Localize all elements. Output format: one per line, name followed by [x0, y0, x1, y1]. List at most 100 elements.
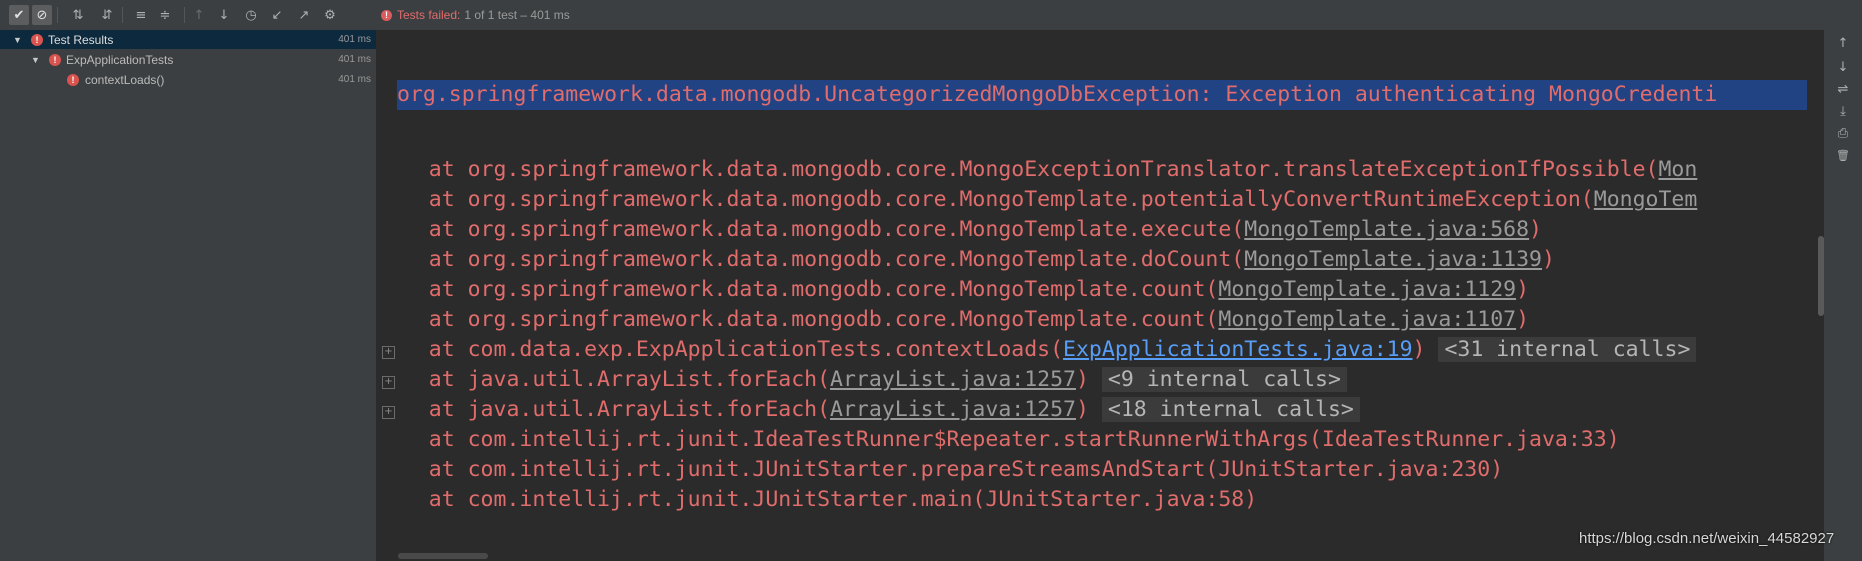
previous-failed-test-button[interactable]: ↑	[189, 5, 209, 25]
source-link[interactable]: ArrayList.java:1257	[830, 367, 1076, 392]
stack-frame[interactable]: at com.data.exp.ExpApplicationTests.cont…	[377, 335, 1697, 365]
export-tests-icon: ↗	[298, 7, 310, 23]
tree-item-duration: 401 ms	[338, 74, 371, 85]
frame-text: at com.intellij.rt.junit.IdeaTestRunner$…	[377, 427, 1620, 452]
frame-tail: )	[1412, 337, 1426, 362]
source-link[interactable]: MongoTem	[1594, 187, 1698, 212]
import-tests-icon: ↙	[271, 7, 283, 23]
frame-tail: )	[1076, 367, 1089, 392]
expand-arrow-icon[interactable]: ▼	[31, 55, 40, 65]
scroll-up-icon[interactable]: ↑	[1835, 36, 1851, 52]
scroll-down-icon[interactable]: ↓	[1835, 60, 1851, 76]
settings-icon: ⚙	[324, 7, 336, 23]
previous-failed-icon: ↑	[193, 7, 205, 23]
horizontal-scrollbar[interactable]	[398, 553, 488, 559]
source-link[interactable]: MongoTemplate.java:1129	[1218, 277, 1516, 302]
export-tests-button[interactable]: ↗	[294, 5, 314, 25]
frame-tail: )	[1076, 397, 1089, 422]
tree-item-label: ExpApplicationTests	[66, 52, 174, 67]
frame-text: at com.intellij.rt.junit.JUnitStarter.pr…	[377, 457, 1504, 482]
tree-item-test-results[interactable]: ▼ ! Test Results 401 ms	[0, 30, 376, 49]
expand-arrow-icon[interactable]: ▼	[13, 35, 22, 45]
test-failed-icon: !	[49, 53, 61, 66]
status-summary: 1 of 1 test – 401 ms	[464, 8, 570, 22]
test-failed-icon: !	[31, 33, 43, 46]
frame-text: at org.springframework.data.mongodb.core…	[377, 187, 1594, 212]
frame-tail: )	[1541, 247, 1555, 272]
sort-duration-icon: ⇵	[101, 7, 113, 23]
toolbar-separator	[57, 7, 58, 23]
tree-item-duration: 401 ms	[338, 54, 371, 65]
toolbar-separator	[122, 7, 123, 23]
error-icon: !	[381, 9, 392, 21]
stack-frame[interactable]: at org.springframework.data.mongodb.core…	[377, 275, 1529, 305]
exception-line[interactable]: org.springframework.data.mongodb.Uncateg…	[397, 80, 1807, 110]
test-results-tree: ▼ ! Test Results 401 ms ▼ ! ExpApplicati…	[0, 30, 377, 561]
check-icon: ✔	[13, 7, 25, 23]
watermark: https://blog.csdn.net/weixin_44582927	[1579, 530, 1835, 547]
frame-text: at org.springframework.data.mongodb.core…	[377, 307, 1219, 332]
frame-text: at com.data.exp.ExpApplicationTests.cont…	[377, 337, 1064, 362]
status-failed-label: Tests failed:	[397, 8, 461, 22]
history-icon: ◷	[245, 7, 257, 23]
stack-frame[interactable]: at com.intellij.rt.junit.JUnitStarter.pr…	[377, 455, 1503, 485]
soft-wrap-icon[interactable]: ⇌	[1835, 82, 1851, 98]
scroll-to-end-icon[interactable]: ⤓	[1835, 104, 1851, 120]
test-status: ! Tests failed: 1 of 1 test – 401 ms	[381, 6, 570, 24]
sort-alphabetically-button[interactable]: ⇅	[68, 5, 88, 25]
tree-item-label: contextLoads()	[85, 72, 165, 87]
source-link[interactable]: Mon	[1658, 157, 1697, 182]
print-icon[interactable]: ⎙	[1835, 126, 1851, 142]
show-ignored-button[interactable]: ⊘	[32, 5, 52, 25]
frame-tail: )	[1516, 277, 1530, 302]
next-failed-test-button[interactable]: ↓	[214, 5, 234, 25]
console-output[interactable]: org.springframework.data.mongodb.Uncateg…	[377, 30, 1824, 561]
internal-calls-badge[interactable]: <18 internal calls>	[1101, 397, 1360, 422]
frame-text: at com.intellij.rt.junit.JUnitStarter.ma…	[377, 487, 1258, 512]
stack-frame[interactable]: at org.springframework.data.mongodb.core…	[377, 215, 1542, 245]
frame-text: at java.util.ArrayList.forEach(	[377, 367, 831, 392]
stack-frame[interactable]: at com.intellij.rt.junit.IdeaTestRunner$…	[377, 425, 1620, 455]
source-link[interactable]: MongoTemplate.java:1107	[1218, 307, 1516, 332]
console-side-toolbar: ↑ ↓ ⇌ ⤓ ⎙ 🗑	[1824, 30, 1862, 561]
frame-text: at org.springframework.data.mongodb.core…	[377, 247, 1245, 272]
test-failed-icon: !	[67, 73, 79, 86]
tree-item-label: Test Results	[48, 32, 114, 47]
settings-button[interactable]: ⚙	[320, 5, 340, 25]
source-link[interactable]: MongoTemplate.java:1139	[1244, 247, 1542, 272]
expand-all-button[interactable]: ≡	[131, 5, 151, 25]
sort-by-duration-button[interactable]: ⇵	[97, 5, 117, 25]
frame-text: at java.util.ArrayList.forEach(	[377, 397, 831, 422]
source-link[interactable]: MongoTemplate.java:568	[1244, 217, 1529, 242]
frame-text: at org.springframework.data.mongodb.core…	[377, 277, 1219, 302]
internal-calls-badge[interactable]: <9 internal calls>	[1101, 367, 1347, 392]
sort-alpha-icon: ⇅	[72, 7, 84, 23]
frame-text: at org.springframework.data.mongodb.core…	[377, 157, 1659, 182]
next-failed-icon: ↓	[218, 7, 230, 23]
stack-frame[interactable]: at org.springframework.data.mongodb.core…	[377, 245, 1555, 275]
toolbar-separator	[184, 7, 185, 23]
stop-icon: ⊘	[36, 7, 48, 23]
test-runner-toolbar: ✔ ⊘ ⇅ ⇵ ≡ ≑ ↑ ↓ ◷ ↙ ↗ ⚙ ! Tests failed: …	[0, 0, 1862, 31]
collapse-all-button[interactable]: ≑	[155, 5, 175, 25]
expand-all-icon: ≡	[135, 7, 147, 23]
source-link[interactable]: ExpApplicationTests.java:19	[1063, 337, 1413, 362]
show-passed-button[interactable]: ✔	[9, 5, 29, 25]
frame-tail: )	[1516, 307, 1530, 332]
clear-all-icon[interactable]: 🗑	[1835, 148, 1851, 164]
stack-frame[interactable]: at org.springframework.data.mongodb.core…	[377, 155, 1698, 185]
import-tests-button[interactable]: ↙	[267, 5, 287, 25]
source-link[interactable]: ArrayList.java:1257	[830, 397, 1076, 422]
stack-frame[interactable]: at com.intellij.rt.junit.JUnitStarter.ma…	[377, 485, 1257, 515]
stack-frame[interactable]: at org.springframework.data.mongodb.core…	[377, 185, 1698, 215]
frame-tail: )	[1529, 217, 1542, 242]
tree-item-context-loads[interactable]: ! contextLoads() 401 ms	[0, 70, 376, 89]
stack-frame[interactable]: at java.util.ArrayList.forEach(ArrayList…	[377, 365, 1347, 395]
tree-item-exp-application-tests[interactable]: ▼ ! ExpApplicationTests 401 ms	[0, 50, 376, 69]
stack-frame[interactable]: at java.util.ArrayList.forEach(ArrayList…	[377, 395, 1360, 425]
stack-frame[interactable]: at org.springframework.data.mongodb.core…	[377, 305, 1529, 335]
tree-item-duration: 401 ms	[338, 34, 371, 45]
frame-text: at org.springframework.data.mongodb.core…	[377, 217, 1245, 242]
internal-calls-badge[interactable]: <31 internal calls>	[1438, 337, 1697, 362]
test-history-button[interactable]: ◷	[241, 5, 261, 25]
